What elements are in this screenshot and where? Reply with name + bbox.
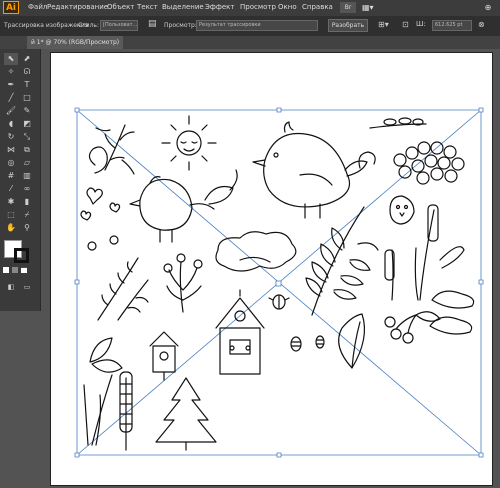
traced-doodle-artwork[interactable] [0, 0, 500, 488]
berries-doodle [87, 235, 119, 251]
leaf-cluster-doodle [429, 290, 475, 335]
sun-doodle [161, 115, 217, 171]
berry-bush-doodle [163, 253, 203, 313]
small-bird-doodle [129, 169, 238, 243]
wheat-doodle [119, 371, 133, 451]
grass-doodle [83, 374, 113, 446]
birdhouse-doodle [215, 289, 265, 375]
willow-branch-doodle [97, 257, 149, 321]
chick-doodle [389, 195, 415, 225]
leaf-doodle [338, 313, 365, 369]
leafy-branch-doodle [369, 117, 427, 129]
bird-doodle [252, 121, 376, 219]
beetle-doodle [268, 294, 290, 310]
cloud-doodle [215, 231, 297, 272]
bee-doodle [290, 335, 325, 352]
swirl-branch-doodle [88, 124, 135, 175]
pine-tree-doodle [155, 377, 217, 451]
grapes-doodle [393, 141, 465, 185]
fern-leaf-doodle [305, 206, 379, 316]
leaves-pair-doodle [89, 337, 123, 373]
cattail-doodle [384, 204, 465, 301]
hearts-doodle [80, 187, 121, 221]
